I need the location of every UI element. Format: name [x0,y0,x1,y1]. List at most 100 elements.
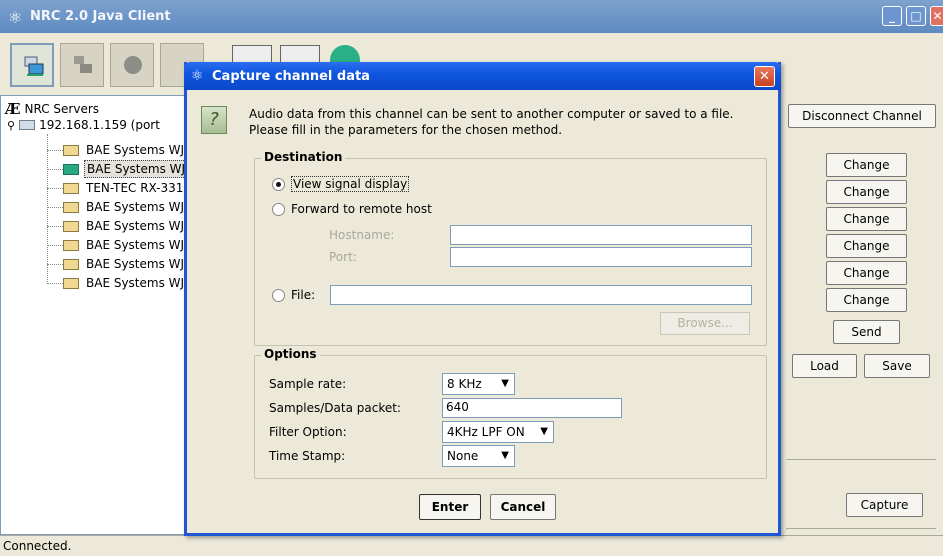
toolbar-small-button-2[interactable] [280,45,320,63]
network-button[interactable] [60,43,104,87]
capture-button[interactable]: Capture [846,493,923,517]
sample-rate-value: 8 KHz [447,377,482,391]
tree-item-label: BAE Systems WJ [86,219,185,233]
filter-option-value: 4KHz LPF ON [447,425,525,439]
enter-button[interactable]: Enter [419,494,481,520]
tree-host-node[interactable]: ⚲ 192.168.1.159 (port [7,118,160,132]
dropdown-arrow-icon: ▼ [540,426,548,437]
tree-connector [47,282,63,284]
tree-item-label: BAE Systems WJ [86,238,185,252]
receiver-icon [63,239,79,251]
receiver-icon [63,201,79,213]
change-button[interactable]: Change [826,234,907,258]
change-button[interactable]: Change [826,153,907,177]
filter-option-label: Filter Option: [269,425,347,439]
tree-connector [47,263,63,265]
send-button[interactable]: Send [833,320,900,344]
status-indicator-icon [330,45,360,63]
tree-item[interactable]: BAE Systems WJ [47,216,186,236]
capture-dialog: ⚛ Capture channel data ✕ ? Audio data fr… [184,62,781,536]
port-input[interactable] [450,247,752,267]
tree-item-label: BAE Systems WJ [86,257,185,271]
computer-icon [24,56,44,76]
connect-server-button[interactable] [10,43,54,87]
server-tree: Æ NRC Servers ⚲ 192.168.1.159 (port BAE … [0,95,196,535]
file-input[interactable] [330,285,752,305]
toolbar-small-button-1[interactable] [232,45,272,63]
time-stamp-select[interactable]: None ▼ [442,445,515,467]
record-icon [124,56,142,74]
tree-item[interactable]: BAE Systems WJ [47,235,186,255]
browse-button[interactable]: Browse... [660,312,750,335]
sample-rate-label: Sample rate: [269,377,347,391]
view-signal-radio[interactable]: View signal display [272,176,410,192]
load-button[interactable]: Load [792,354,857,378]
hostname-label: Hostname: [329,228,395,242]
port-label: Port: [329,250,357,264]
tree-connector [47,149,63,151]
tree-item[interactable]: BAE Systems WJ [47,197,186,217]
forward-remote-radio[interactable]: Forward to remote host [272,202,432,216]
network-icon [74,56,92,73]
dropdown-arrow-icon: ▼ [501,450,509,461]
divider [786,459,936,460]
tree-item[interactable]: TEN-TEC RX-331 [47,178,185,198]
record-button[interactable] [110,43,154,87]
maximize-button[interactable]: □ [906,6,926,26]
window-title: NRC 2.0 Java Client [30,9,171,24]
hostname-input[interactable] [450,225,752,245]
tree-host-label: 192.168.1.159 (port [39,118,160,132]
dialog-title-bar[interactable]: ⚛ Capture channel data ✕ [184,62,781,90]
change-button[interactable]: Change [826,207,907,231]
tree-connector [47,225,63,227]
tree-item[interactable]: BAE Systems WJ [47,159,189,179]
dialog-close-button[interactable]: ✕ [754,66,775,87]
tree-root-label: NRC Servers [24,102,100,116]
key-icon: ⚲ [7,118,16,132]
minimize-button[interactable]: _ [882,6,902,26]
receiver-icon [63,182,79,194]
filter-option-select[interactable]: 4KHz LPF ON ▼ [442,421,554,443]
dialog-description: Audio data from this channel can be sent… [249,106,733,138]
description-line-1: Audio data from this channel can be sent… [249,107,734,121]
close-button[interactable]: ✕ [930,6,943,26]
change-button[interactable]: Change [826,261,907,285]
file-label: File: [291,288,316,302]
view-signal-label: View signal display [291,176,410,192]
dialog-title: Capture channel data [212,69,370,84]
radio-unselected-icon [272,288,285,302]
time-stamp-label: Time Stamp: [269,449,346,463]
options-legend: Options [261,347,320,361]
tree-root[interactable]: Æ NRC Servers [5,100,99,118]
disconnect-channel-button[interactable]: Disconnect Channel [788,104,936,128]
file-radio[interactable]: File: [272,288,315,302]
receiver-icon [63,144,79,156]
destination-legend: Destination [261,150,346,164]
app-icon: ⚛ [8,8,23,27]
time-stamp-value: None [447,449,479,463]
sample-rate-select[interactable]: 8 KHz ▼ [442,373,515,395]
status-bar: Connected. [0,535,943,555]
tree-item-label: BAE Systems WJ [84,160,189,178]
tree-item[interactable]: BAE Systems WJ [47,273,186,293]
app-icon: ⚛ [191,68,204,84]
tree-connector [47,244,63,246]
receiver-icon [63,258,79,270]
radio-unselected-icon [272,202,285,216]
samples-per-packet-label: Samples/Data packet: [269,401,401,415]
question-icon: ? [201,106,227,134]
samples-per-packet-input[interactable]: 640 [442,398,622,418]
radio-selected-icon [272,177,285,191]
tree-item[interactable]: BAE Systems WJ [47,254,186,274]
tree-item-label: BAE Systems WJ [86,143,185,157]
save-button[interactable]: Save [864,354,930,378]
tree-item-label: BAE Systems WJ [86,200,185,214]
change-button[interactable]: Change [826,180,907,204]
change-button[interactable]: Change [826,288,907,312]
tree-connector [47,206,63,208]
main-title-bar: ⚛ NRC 2.0 Java Client _ □ ✕ [0,0,943,33]
receiver-icon [63,277,79,289]
options-group: Options Sample rate: 8 KHz ▼ Samples/Dat… [254,347,767,479]
tree-item[interactable]: BAE Systems WJ [47,140,186,160]
cancel-button[interactable]: Cancel [490,494,556,520]
